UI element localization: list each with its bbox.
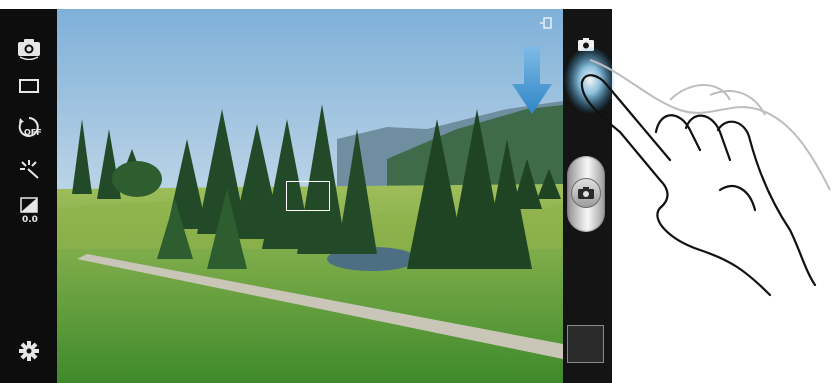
focus-frame: [286, 181, 330, 211]
timer-label: OFF: [24, 128, 42, 137]
timer-off-icon[interactable]: OFF: [14, 112, 44, 142]
storage-indicator-icon: [540, 14, 552, 29]
left-control-bar: OFF 0.0: [0, 9, 57, 383]
flash-icon[interactable]: [14, 154, 44, 184]
settings-gear-icon[interactable]: [14, 336, 44, 366]
aspect-ratio-icon[interactable]: [14, 71, 44, 101]
swipe-down-arrow-icon: [512, 46, 552, 116]
self-shot-icon[interactable]: [14, 33, 44, 63]
exposure-value: 0.0: [22, 215, 38, 224]
exposure-icon[interactable]: 0.0: [14, 195, 44, 225]
last-photo-thumbnail[interactable]: [567, 325, 604, 363]
hand-gesture-illustration: [560, 40, 840, 310]
